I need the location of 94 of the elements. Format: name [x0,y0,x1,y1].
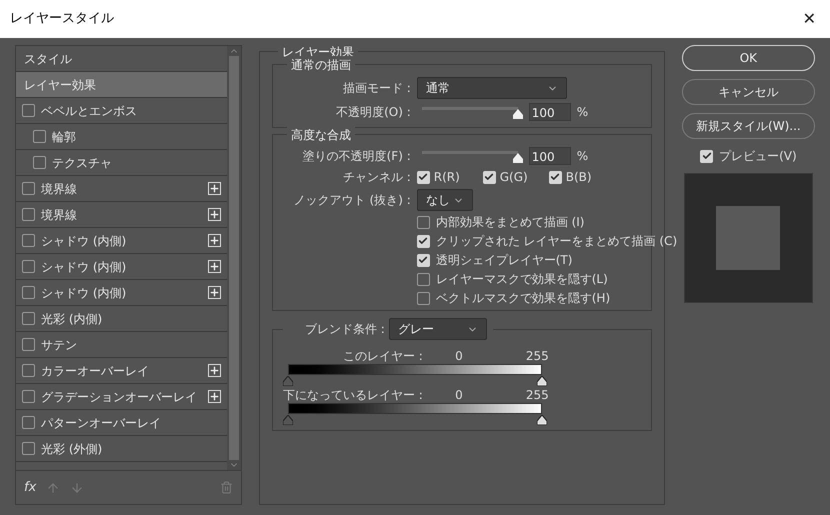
field-label: ノックアウト (抜き) : [292,192,411,209]
slider-thumb[interactable] [512,109,523,119]
checkbox[interactable] [700,150,714,162]
range-high: 255 [524,348,549,365]
checkbox[interactable] [416,272,430,286]
checkbox[interactable] [416,234,430,248]
range-low: 0 [454,387,463,404]
checkbox[interactable] [33,156,46,169]
effect-label[interactable]: シャドウ (内側) [41,284,202,302]
checkbox[interactable] [22,338,35,351]
checkbox[interactable] [22,234,35,247]
option-label[interactable]: クリップされた レイヤーをまとめて描画 (C) [436,232,678,250]
move-down-icon[interactable] [70,480,84,494]
close-button[interactable]: ✕ [798,7,820,31]
channel-label[interactable]: R(R) [434,168,460,186]
group-title: 高度な合成 [286,126,355,144]
blend-slider[interactable] [282,403,547,426]
effect-label[interactable]: カラーオーバーレイ [41,362,202,380]
effect-label[interactable]: シャドウ (内側) [41,232,202,250]
field-label: チャンネル : [342,169,411,186]
dropdown[interactable]: グレー [388,318,487,340]
channel-label[interactable]: G(G) [500,168,528,186]
effect-label[interactable]: サテン [41,336,221,354]
preview-swatch [716,206,780,270]
opacity-input[interactable]: 100 [528,103,571,121]
field-label: ブレンド条件 : [304,321,385,338]
checkbox[interactable] [416,292,430,304]
checkbox[interactable] [416,170,430,184]
blend-slider[interactable] [282,364,547,387]
range-label: このレイヤー : [342,348,423,365]
effect-label[interactable]: 境界線 [41,206,202,224]
scrollbar[interactable] [226,46,241,470]
checkbox[interactable] [482,170,496,184]
dialog-button[interactable]: キャンセル [682,79,815,105]
range-high: 255 [524,387,549,404]
unit-label: % [576,104,588,121]
effect-label[interactable]: テクスチャ [52,154,221,172]
effect-label[interactable]: グラデーションオーバーレイ [41,388,202,406]
checkbox[interactable] [22,416,35,429]
dropdown[interactable]: なし [416,189,473,211]
effect-label[interactable]: 輪郭 [52,128,221,146]
add-icon[interactable] [208,182,221,195]
checkbox[interactable] [22,312,35,325]
add-icon[interactable] [208,286,221,299]
checkbox[interactable] [22,104,35,117]
fill-input[interactable]: 100 [528,147,571,165]
fx-button[interactable]: fx [24,478,36,498]
dialog-button[interactable]: OK [682,45,815,71]
checkbox[interactable] [22,390,35,403]
checkbox[interactable] [416,254,430,266]
field-label: 塗りの不透明度(F) : [302,148,411,165]
field-label: 不透明度(O) : [335,104,411,121]
checkbox[interactable] [33,130,46,143]
trash-icon[interactable] [220,481,233,494]
option-label[interactable]: 透明シェイプレイヤー(T) [436,251,572,269]
effect-label[interactable]: 光彩 (内側) [41,310,221,328]
field-label: 描画モード : [342,80,411,97]
add-icon[interactable] [208,208,221,221]
effect-label[interactable]: ベベルとエンボス [41,102,221,120]
checkbox[interactable] [22,364,35,377]
move-up-icon[interactable] [46,480,60,494]
effect-label[interactable]: 境界線 [41,180,202,198]
window-title: レイヤースタイル [10,10,114,28]
slider-thumb[interactable] [512,153,523,163]
effect-label[interactable]: パターンオーバーレイ [41,414,221,432]
unit-label: % [576,148,588,165]
checkbox[interactable] [22,208,35,221]
dropdown[interactable]: 通常 [416,77,567,99]
effect-label[interactable]: シャドウ (内側) [41,258,202,276]
range-label: 下になっているレイヤー : [282,387,423,404]
checkbox[interactable] [22,286,35,299]
option-label[interactable]: 内部効果をまとめて描画 (I) [436,213,584,231]
option-label[interactable]: レイヤーマスクで効果を隠す(L) [436,270,608,288]
checkbox[interactable] [548,170,562,184]
dialog-button[interactable]: 新規スタイル(W)... [682,113,815,139]
checkbox[interactable] [22,442,35,455]
effect-label[interactable]: 光彩 (外側) [41,440,221,458]
range-thumb[interactable] [536,415,547,425]
range-low: 0 [454,348,463,365]
checkbox[interactable] [22,182,35,195]
checkbox[interactable] [416,216,430,228]
range-thumb[interactable] [282,376,293,386]
channel-label[interactable]: B(B) [566,168,592,186]
group-title: 通常の描画 [286,56,355,74]
sidebar-item[interactable]: レイヤー効果 [16,72,227,98]
option-label[interactable]: ベクトルマスクで効果を隠す(H) [436,289,610,307]
add-icon[interactable] [208,390,221,403]
range-thumb[interactable] [536,376,547,386]
range-thumb[interactable] [282,415,293,425]
checkbox[interactable] [22,260,35,273]
add-icon[interactable] [208,260,221,273]
add-icon[interactable] [208,234,221,247]
preview-label[interactable]: プレビュー(V) [719,147,797,165]
add-icon[interactable] [208,364,221,377]
